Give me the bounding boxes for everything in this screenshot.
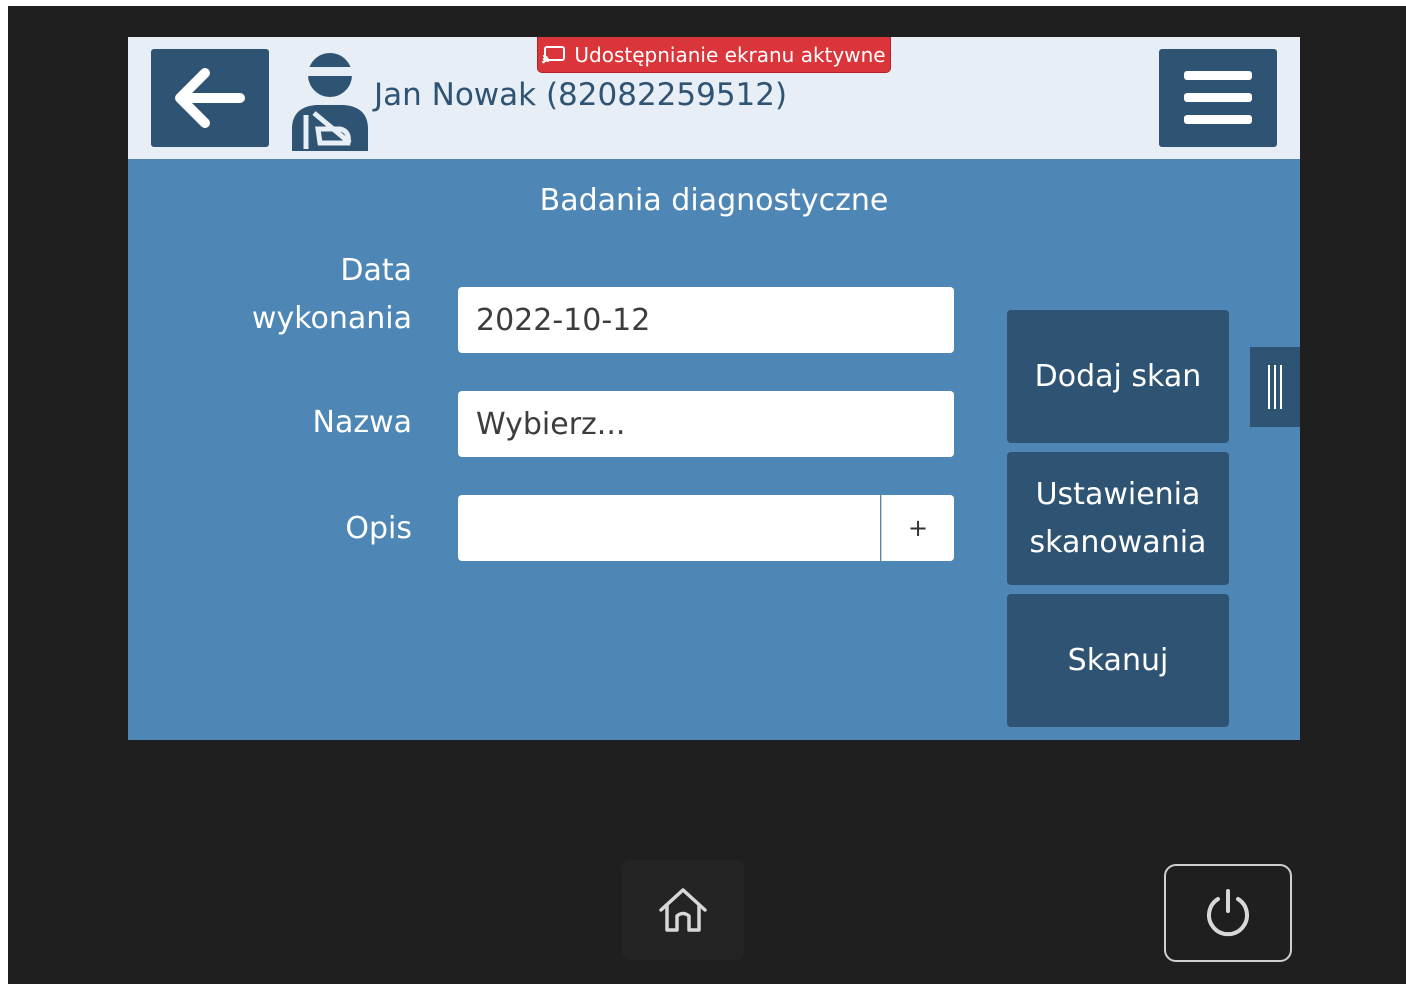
hamburger-icon [1184, 71, 1252, 124]
date-label-line2: wykonania [251, 301, 412, 336]
patient-name: Jan Nowak (82082259512) [374, 77, 788, 113]
drawer-handle[interactable] [1250, 347, 1300, 427]
description-label: Opis [345, 511, 412, 546]
date-label: Data wykonania [252, 247, 412, 343]
add-description-button[interactable]: + [881, 495, 954, 561]
injured-patient-icon [292, 53, 368, 151]
menu-button[interactable] [1159, 49, 1277, 147]
power-icon [1207, 889, 1249, 937]
name-select[interactable]: Wybierz... [458, 391, 954, 457]
scan-settings-button[interactable]: Ustawienia skanowania [1007, 452, 1229, 585]
cast-icon [542, 45, 566, 63]
section-title: Badania diagnostyczne [539, 183, 889, 218]
date-label-line1: Data [340, 253, 412, 288]
home-button[interactable] [622, 860, 744, 960]
tablet-device: Jan Nowak (82082259512) Udostępnianie ek… [8, 6, 1406, 984]
scan-settings-line2: skanowania [1029, 524, 1207, 560]
add-scan-button[interactable]: Dodaj skan [1007, 310, 1229, 443]
power-button[interactable] [1164, 864, 1292, 962]
description-input[interactable] [458, 495, 880, 561]
scan-settings-label: Ustawienia skanowania [1030, 471, 1207, 567]
home-icon [659, 888, 707, 932]
date-field[interactable]: 2022-10-12 [458, 287, 954, 353]
drawer-handle-icon [1268, 365, 1282, 409]
name-label: Nazwa [312, 405, 413, 440]
scan-settings-line1: Ustawienia [1035, 476, 1201, 512]
arrow-left-icon [175, 68, 245, 128]
app-screen: Jan Nowak (82082259512) Udostępnianie ek… [128, 37, 1300, 740]
share-banner-text: Udostępnianie ekranu aktywne [574, 42, 886, 67]
app-header: Jan Nowak (82082259512) Udostępnianie ek… [128, 37, 1300, 159]
screen-sharing-banner: Udostępnianie ekranu aktywne [537, 37, 891, 73]
scan-button[interactable]: Skanuj [1007, 594, 1229, 727]
back-button[interactable] [151, 49, 269, 147]
